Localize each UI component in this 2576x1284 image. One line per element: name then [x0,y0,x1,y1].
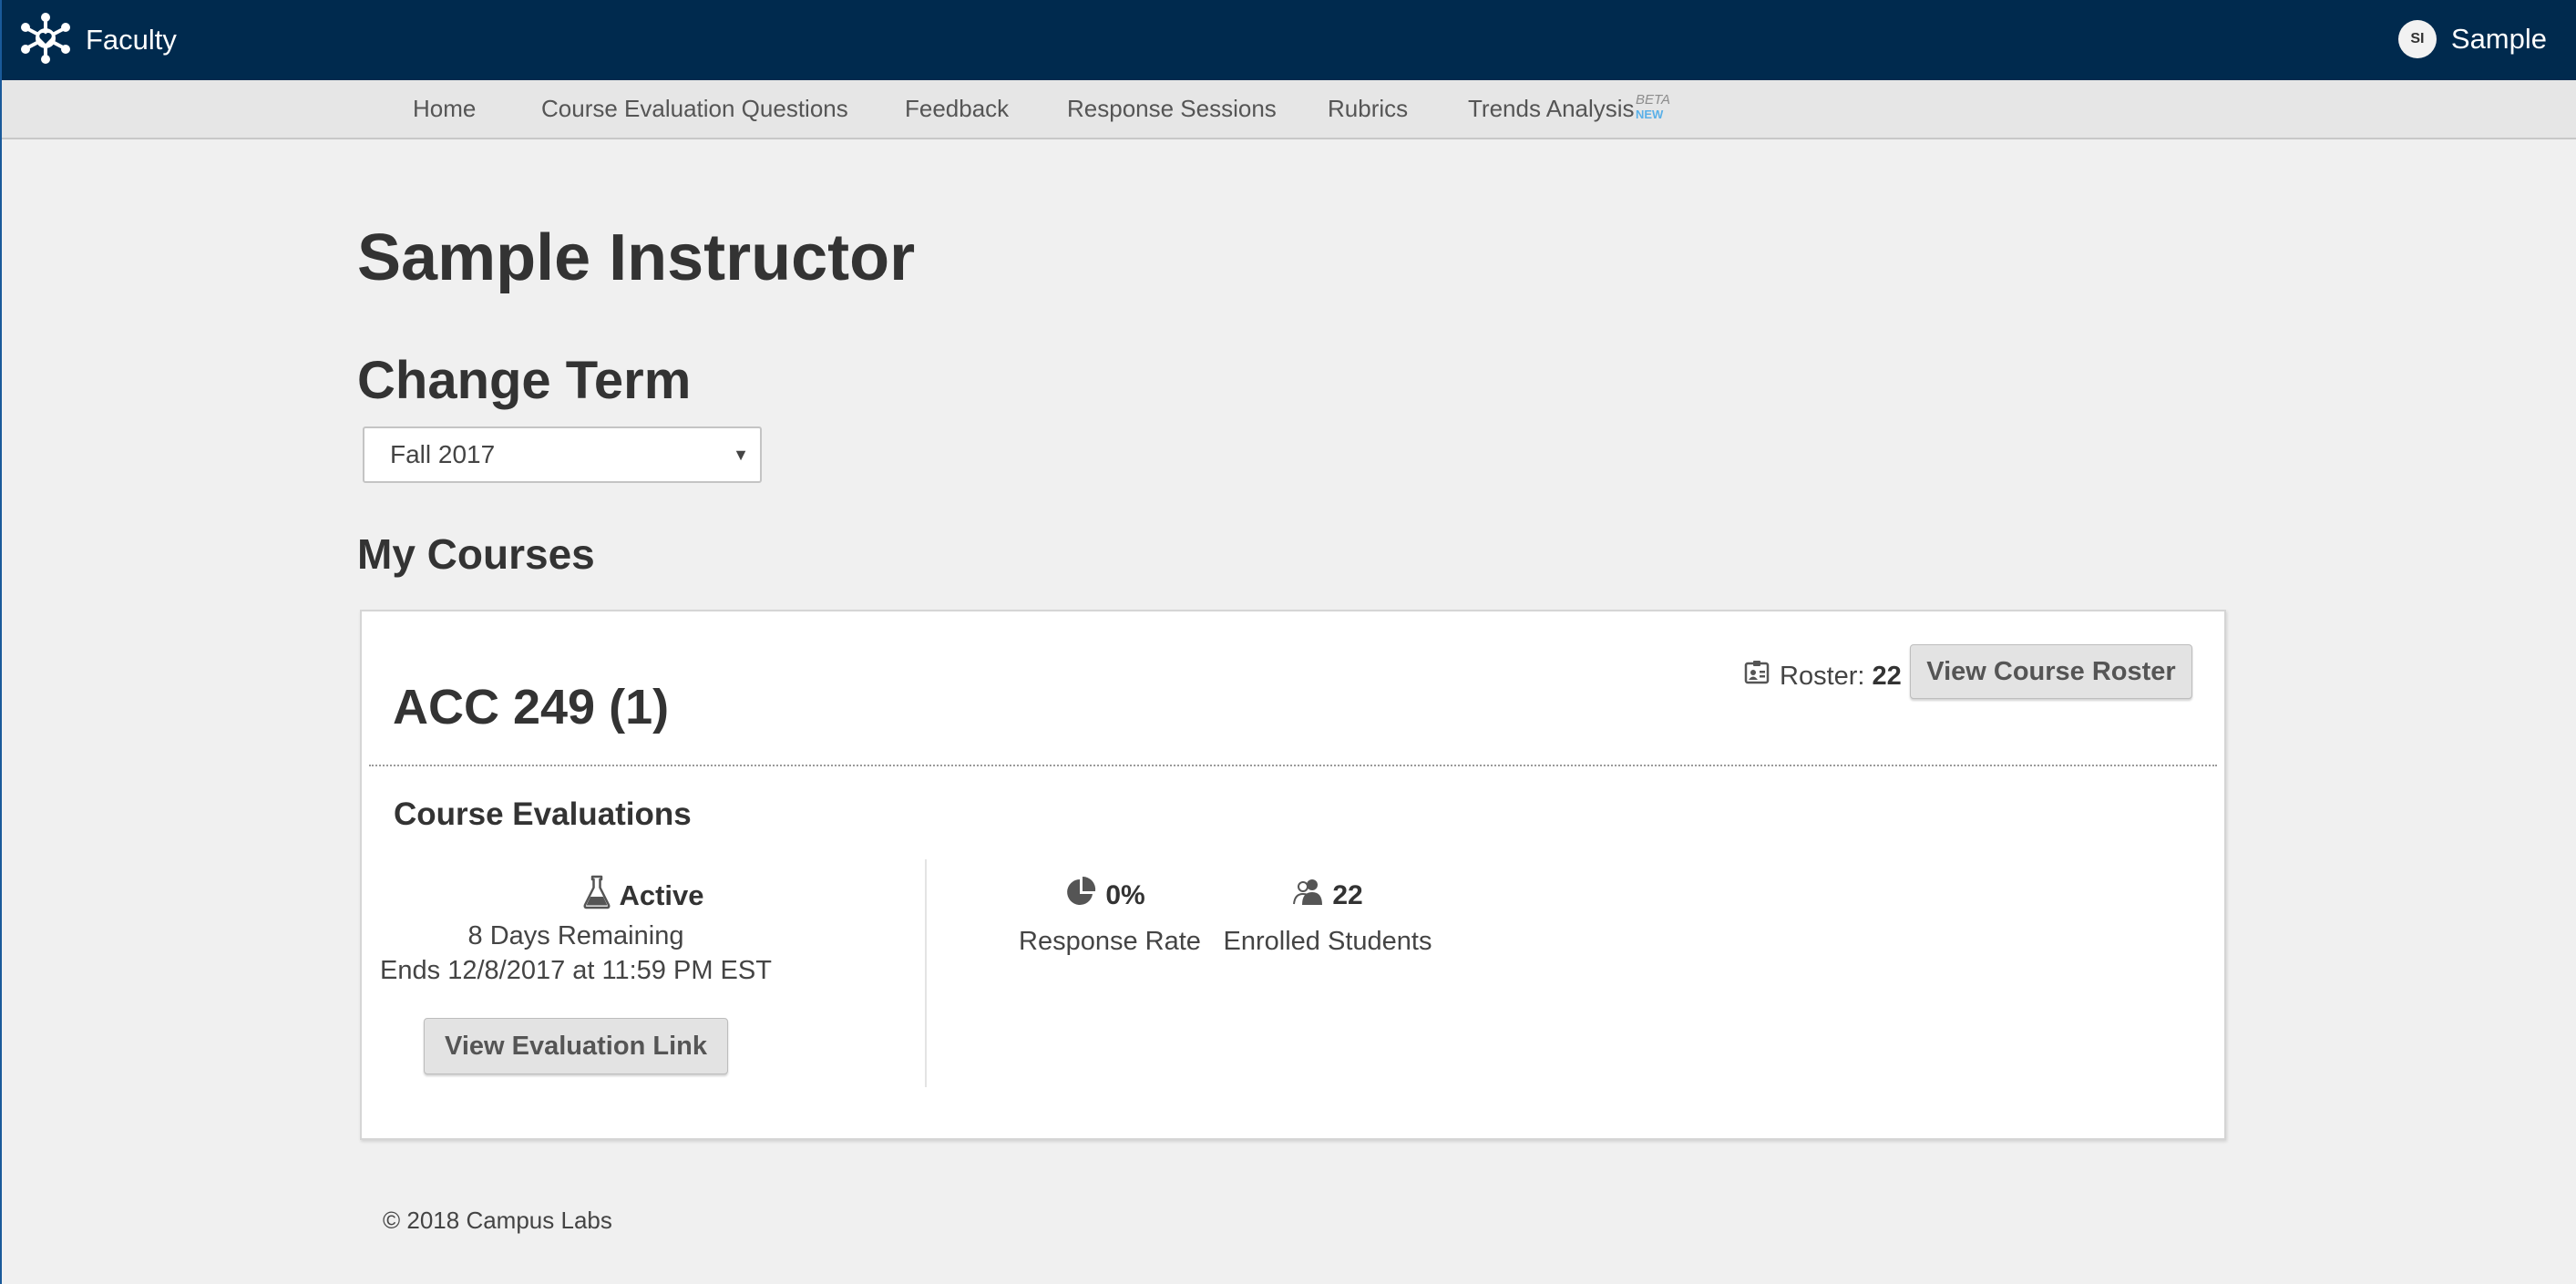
avatar: SI [2397,20,2437,58]
caret-down-icon: ▼ [733,446,749,464]
page-title: Sample Instructor [357,221,916,294]
course-card: ACC 249 (1) Roster: 22 View Course Roste… [360,610,2226,1140]
nav-home[interactable]: Home [413,80,476,138]
nav-response-sessions[interactable]: Response Sessions [1067,80,1277,138]
term-select[interactable]: Fall 2017 ▼ [363,426,762,483]
beta-new-badge: BETA NEW [1636,93,1670,122]
nav-rubrics[interactable]: Rubrics [1328,80,1408,138]
enrolled-label: Enrolled Students [1223,927,1432,956]
users-icon [1292,876,1332,916]
main-nav: Home Course Evaluation Questions Feedbac… [2,80,2576,139]
roster-count: 22 [1872,661,1902,691]
view-evaluation-link-button[interactable]: View Evaluation Link [424,1018,728,1074]
enrolled-students-stat: 22 Enrolled Students [1218,876,1437,957]
status-text: Active [619,879,704,911]
response-rate-value: 0% [1105,880,1145,910]
brand[interactable]: Faculty [18,12,177,66]
beta-label: BETA [1636,92,1671,108]
response-rate-label: Response Rate [1019,927,1201,956]
end-date: Ends 12/8/2017 at 11:59 PM EST [380,956,772,985]
vertical-divider [925,859,927,1087]
roster-info: Roster: 22 [1743,659,1902,693]
footer-copyright: © 2018 Campus Labs [383,1207,612,1234]
network-heart-icon [18,11,73,70]
my-courses-heading: My Courses [357,530,595,578]
change-term-heading: Change Term [357,351,692,410]
app-name: Faculty [86,24,177,56]
enrolled-value: 22 [1332,880,1363,910]
term-select-value: Fall 2017 [390,440,496,468]
user-menu[interactable]: SI Sample [2397,20,2547,58]
flask-icon [582,874,619,918]
roster-label: Roster: [1780,661,1865,691]
response-rate-stat: 0% Response Rate [1019,876,1201,957]
nav-trends-analysis-label: Trends Analysis [1468,95,1635,122]
user-name: Sample [2450,23,2547,55]
evaluation-status: Active [516,874,771,918]
view-course-roster-button[interactable]: View Course Roster [1910,644,2192,699]
divider [369,765,2217,766]
course-title: ACC 249 (1) [393,680,670,734]
nav-trends-analysis[interactable]: Trends Analysis [1468,80,1635,138]
new-label: NEW [1636,108,1664,121]
course-evaluations-heading: Course Evaluations [394,796,692,832]
pie-chart-icon [1065,876,1105,916]
top-bar: Faculty SI Sample [2,0,2576,80]
id-card-icon [1743,659,1780,693]
nav-course-evaluation-questions[interactable]: Course Evaluation Questions [541,80,848,138]
days-remaining: 8 Days Remaining [467,921,684,950]
nav-feedback[interactable]: Feedback [905,80,1009,138]
